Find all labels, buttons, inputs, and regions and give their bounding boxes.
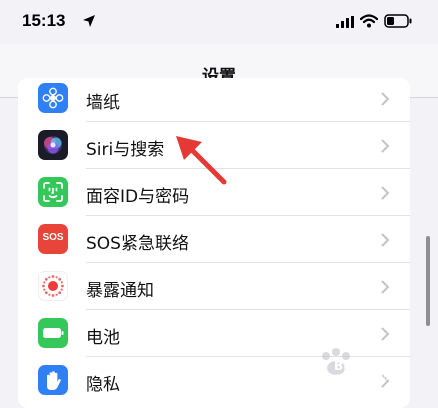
siri-icon: [38, 130, 68, 160]
scroll-indicator[interactable]: [426, 236, 430, 326]
chevron-right-icon: [381, 139, 389, 153]
location-arrow-icon: [83, 15, 95, 27]
chevron-right-icon: [381, 280, 389, 294]
battery-setting-icon: [38, 318, 68, 348]
settings-item-sos[interactable]: SOS SOS紧急联络: [18, 216, 410, 263]
cellular-signal-icon: [336, 16, 354, 28]
chevron-right-icon: [381, 327, 389, 341]
watermark-text: Bai 经验: [334, 359, 387, 373]
wallpaper-icon: [38, 83, 68, 113]
status-bar: 15:13: [0, 0, 438, 44]
exposure-notification-icon: [38, 271, 68, 301]
settings-item-label: 隐私: [86, 375, 120, 395]
privacy-hand-icon: [38, 365, 68, 395]
status-time: 15:13: [22, 11, 66, 30]
settings-item-exposure-notification[interactable]: 暴露通知: [18, 263, 410, 310]
sos-icon-text: SOS: [42, 232, 64, 243]
sos-icon: SOS: [38, 224, 68, 254]
chevron-right-icon: [381, 92, 389, 106]
settings-item-label: 墙纸: [86, 93, 120, 113]
settings-item-label: Siri与搜索: [86, 140, 165, 160]
annotation-arrow-icon: [176, 136, 227, 185]
battery-icon: [384, 14, 412, 28]
settings-item-wallpaper[interactable]: 墙纸: [18, 78, 410, 122]
chevron-right-icon: [381, 186, 389, 200]
face-id-icon: [38, 177, 68, 207]
wifi-icon: [360, 14, 378, 28]
settings-item-label: 暴露通知: [86, 281, 154, 301]
watermark-subtext: jingyan.baidu.com: [334, 373, 408, 382]
status-icons: [326, 13, 416, 31]
chevron-right-icon: [381, 233, 389, 247]
settings-item-label: SOS紧急联络: [86, 234, 189, 254]
settings-item-label: 电池: [86, 328, 120, 348]
